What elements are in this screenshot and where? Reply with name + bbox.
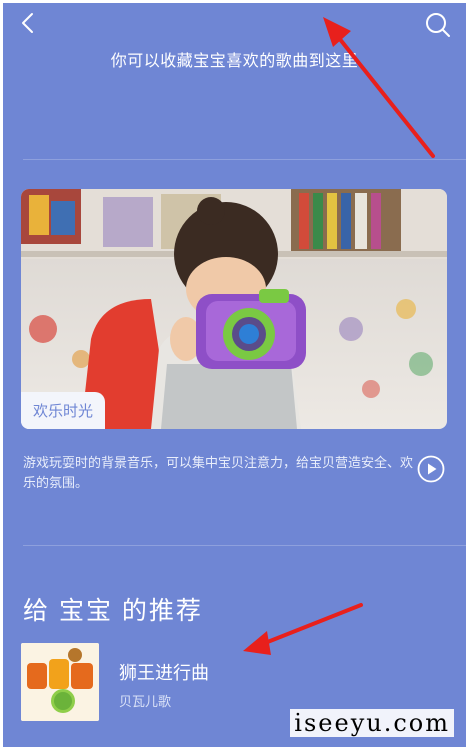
search-button[interactable] bbox=[424, 11, 452, 39]
song-artist: 贝瓦儿歌 bbox=[119, 694, 172, 709]
top-bar bbox=[3, 3, 466, 43]
watermark: iseeyu.com bbox=[290, 709, 454, 737]
featured-playlist-card[interactable]: 欢乐时光 bbox=[21, 189, 447, 429]
app-screen: 你可以收藏宝宝喜欢的歌曲到这里 欢乐时光 游戏玩耍时的背景音乐，可以集中宝贝注意… bbox=[3, 3, 466, 747]
search-icon bbox=[426, 13, 450, 37]
favorites-hint: 你可以收藏宝宝喜欢的歌曲到这里 bbox=[110, 53, 359, 70]
chevron-left-icon bbox=[22, 13, 33, 33]
divider bbox=[23, 159, 466, 160]
song-cover bbox=[21, 643, 99, 721]
beva-erge-logo bbox=[21, 643, 99, 721]
divider bbox=[23, 545, 466, 546]
play-button[interactable] bbox=[417, 455, 445, 483]
playlist-description: 游戏玩耍时的背景音乐，可以集中宝贝注意力，给宝贝营造安全、欢乐的氛围。 bbox=[23, 455, 414, 490]
back-button[interactable] bbox=[17, 11, 41, 37]
recommend-section-title: 给 宝宝 的推荐 bbox=[23, 597, 203, 625]
playlist-tag: 欢乐时光 bbox=[21, 392, 106, 429]
play-circle-icon bbox=[417, 455, 445, 483]
song-title: 狮王进行曲 bbox=[119, 663, 209, 683]
